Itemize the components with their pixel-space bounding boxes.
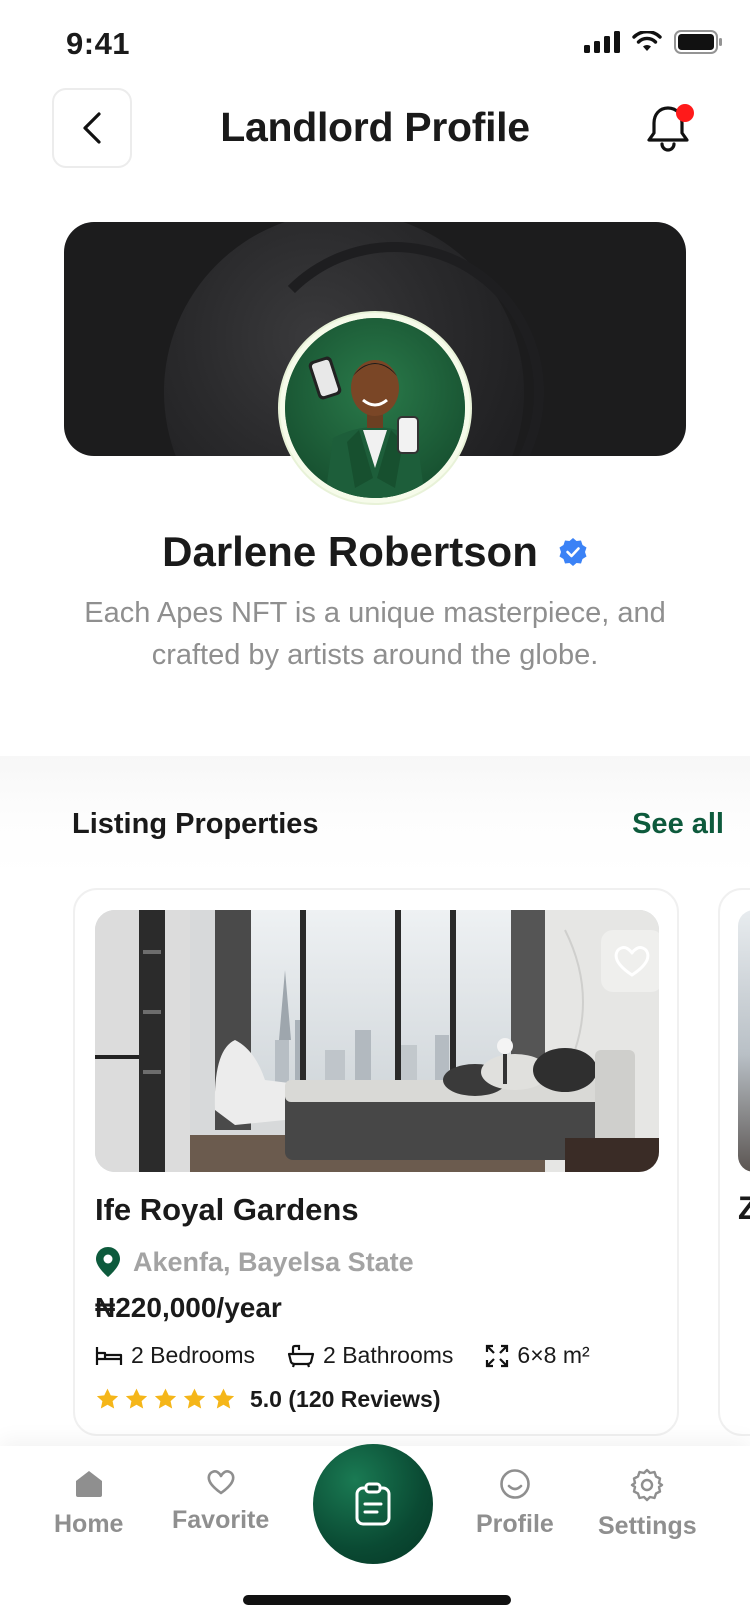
nav-profile-label: Profile (476, 1510, 554, 1538)
property-card[interactable]: Ife Royal Gardens Akenfa, Bayelsa State … (73, 888, 679, 1436)
bathtub-icon (287, 1344, 315, 1367)
home-icon (75, 1471, 102, 1497)
clipboard-icon (355, 1482, 391, 1526)
status-bar: 9:41 (0, 0, 750, 90)
page-title: Landlord Profile (220, 104, 530, 150)
rating-row: 5.0 (120 Reviews) (95, 1386, 441, 1413)
bedroom-illustration (95, 910, 659, 1172)
nav-home-label: Home (54, 1510, 124, 1538)
star-icon (96, 1388, 119, 1409)
rating-text: 5.0 (120 Reviews) (250, 1386, 441, 1412)
star-icon (154, 1388, 177, 1409)
nav-home[interactable]: Home (54, 1468, 123, 1539)
verified-badge-icon (559, 538, 587, 566)
profile-name: Darlene Robertson (162, 528, 538, 575)
status-time: 9:41 (66, 26, 131, 61)
header: Landlord Profile (0, 88, 750, 168)
next-property-image (738, 910, 750, 1172)
bedrooms-label: 2 Bedrooms (131, 1342, 256, 1368)
profile-bio: Each Apes NFT is a unique masterpiece, a… (84, 597, 666, 671)
nav-favorite[interactable]: Favorite (172, 1468, 269, 1535)
property-location-row: Akenfa, Bayelsa State (95, 1246, 414, 1278)
feature-bathrooms: 2 Bathrooms (287, 1342, 453, 1369)
rating-stars (95, 1387, 236, 1412)
nav-profile[interactable]: Profile (476, 1468, 554, 1539)
battery-icon (674, 30, 722, 54)
section-title: Listing Properties (72, 808, 319, 840)
notification-button[interactable] (644, 102, 696, 156)
signal-icon (584, 31, 620, 53)
profile-name-row: Darlene Robertson (0, 528, 750, 576)
bathrooms-label: 2 Bathrooms (323, 1342, 454, 1368)
smile-icon (500, 1469, 530, 1499)
home-indicator (243, 1595, 511, 1605)
size-label: 6×8 m² (517, 1342, 590, 1368)
property-image (95, 910, 659, 1172)
property-name: Ife Royal Gardens (95, 1192, 359, 1227)
see-all-link[interactable]: See all (632, 808, 724, 841)
property-features: 2 Bedrooms 2 Bathrooms 6×8 m² (95, 1342, 622, 1369)
status-icons (584, 30, 722, 54)
property-location: Akenfa, Bayelsa State (133, 1246, 414, 1277)
location-pin-icon (96, 1247, 120, 1277)
expand-icon (486, 1344, 509, 1367)
gear-icon (631, 1468, 664, 1502)
favorite-button[interactable] (601, 930, 659, 992)
star-icon (125, 1388, 148, 1409)
bed-icon (95, 1346, 123, 1365)
next-property-card[interactable]: Z (718, 888, 750, 1436)
wifi-icon (632, 31, 662, 51)
feature-bedrooms: 2 Bedrooms (95, 1342, 255, 1369)
star-icon (212, 1388, 235, 1409)
next-property-name: Z (738, 1190, 750, 1227)
heart-icon (614, 946, 650, 977)
property-price: ₦220,000/year (95, 1292, 282, 1323)
avatar-portrait (285, 318, 465, 498)
avatar[interactable] (280, 313, 470, 503)
nav-settings-label: Settings (598, 1512, 697, 1540)
nav-center-button[interactable] (313, 1444, 433, 1564)
notification-badge (676, 104, 694, 122)
star-icon (183, 1388, 206, 1409)
nav-settings[interactable]: Settings (598, 1468, 697, 1541)
heart-icon (207, 1470, 235, 1495)
feature-size: 6×8 m² (485, 1342, 590, 1369)
nav-favorite-label: Favorite (172, 1506, 270, 1534)
